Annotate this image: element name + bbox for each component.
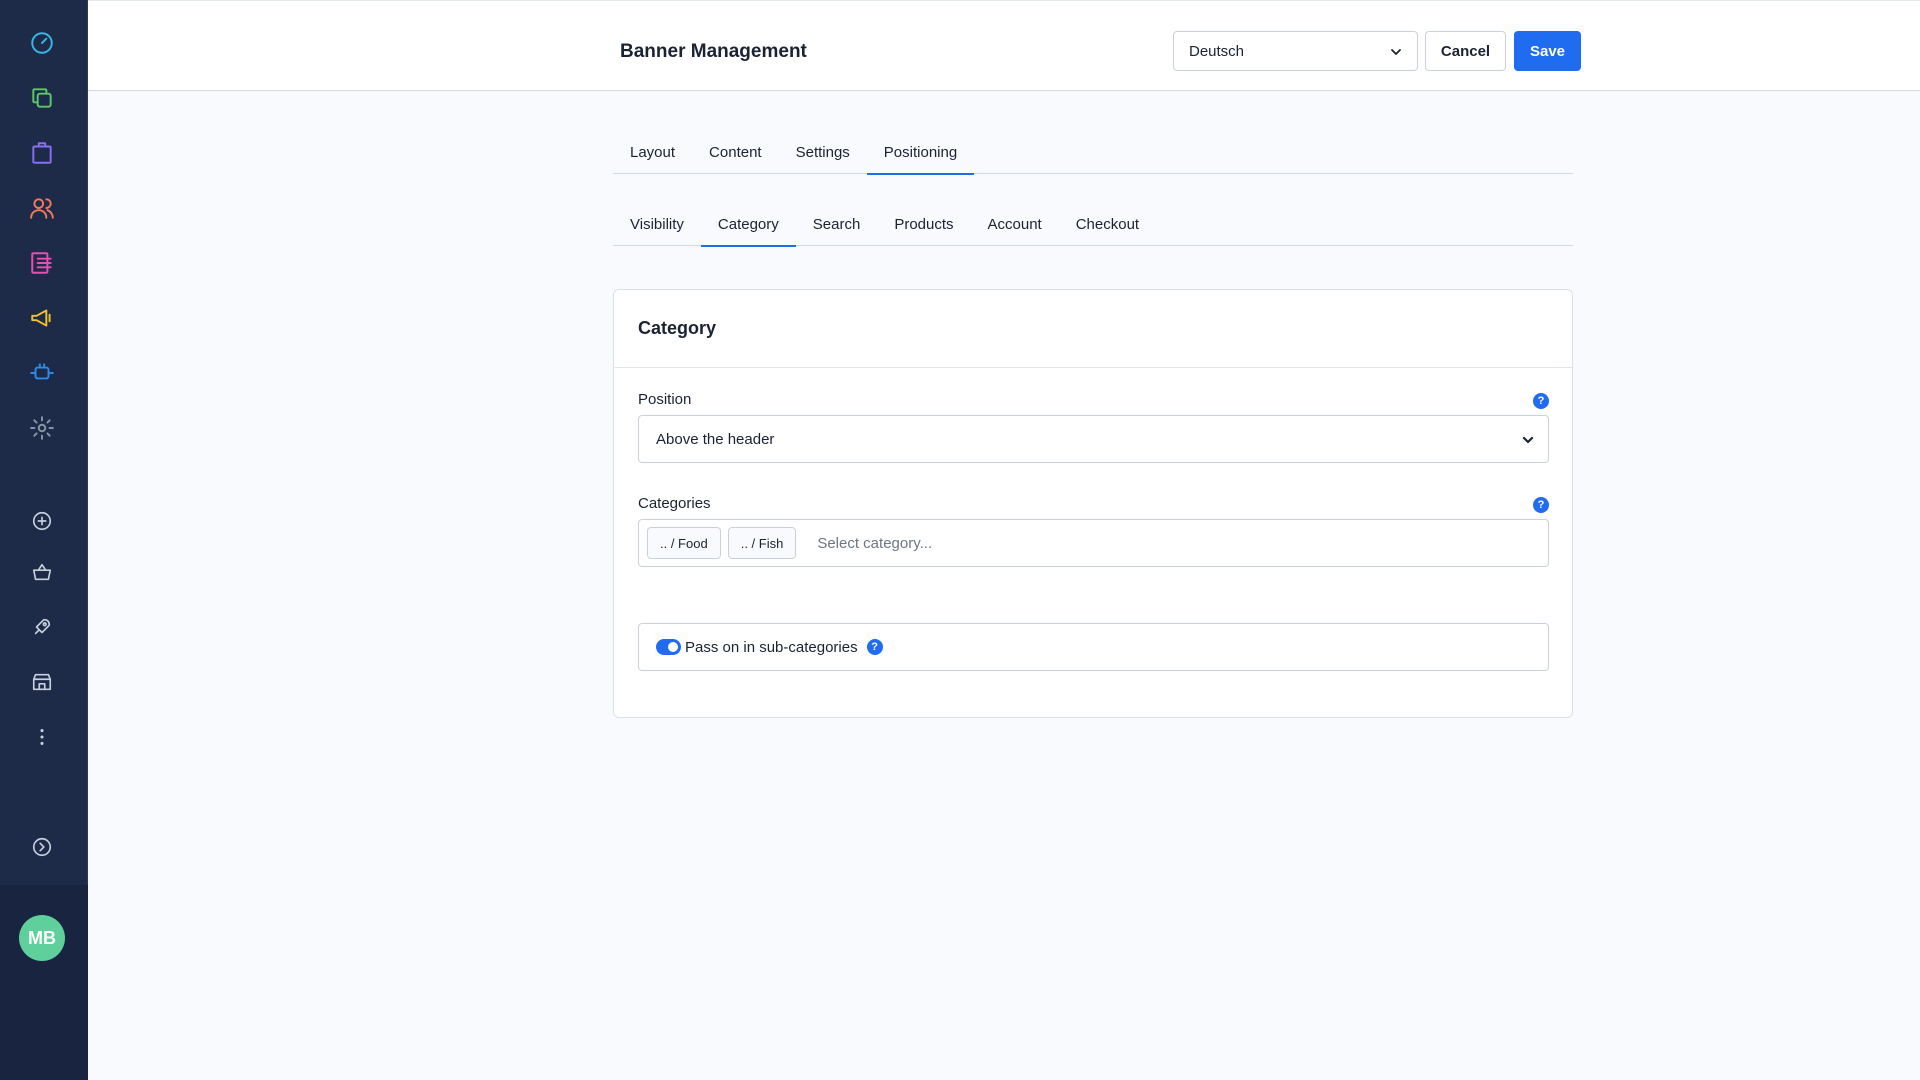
catalogues-copy-icon[interactable] xyxy=(22,78,62,118)
tab-content[interactable]: Content xyxy=(692,134,779,174)
category-chip-food[interactable]: .. / Food xyxy=(647,527,721,559)
marketing-megaphone-icon[interactable] xyxy=(22,298,62,338)
language-select-value: Deutsch xyxy=(1189,42,1245,60)
pass-on-label: Pass on in sub-categories xyxy=(685,638,858,656)
pass-on-help-icon[interactable]: ? xyxy=(866,639,883,655)
tab-account[interactable]: Account xyxy=(971,206,1059,246)
rocket-icon[interactable] xyxy=(22,607,62,647)
tab-visibility[interactable]: Visibility xyxy=(613,206,701,246)
storefront-icon[interactable] xyxy=(22,662,62,702)
pass-on-toggle[interactable] xyxy=(656,639,681,655)
card-title: Category xyxy=(638,318,717,338)
tab-category[interactable]: Category xyxy=(700,206,796,247)
settings-gear-icon[interactable] xyxy=(22,408,62,448)
categories-multi-select[interactable]: .. / Food .. / Fish xyxy=(638,519,1549,567)
dashboard-gauge-icon[interactable] xyxy=(22,23,62,63)
tab-checkout[interactable]: Checkout xyxy=(1059,206,1156,246)
top-bar: Banner Management Deutsch Cancel Save xyxy=(88,0,1920,91)
basket-icon[interactable] xyxy=(22,552,62,592)
chevron-right-circle-icon[interactable] xyxy=(22,827,62,867)
chevron-down-icon xyxy=(1391,49,1401,55)
tab-products[interactable]: Products xyxy=(877,206,970,246)
save-button[interactable]: Save xyxy=(1514,31,1581,71)
chevron-down-icon xyxy=(1522,436,1534,444)
categories-label: Categories xyxy=(638,495,711,512)
tab-settings[interactable]: Settings xyxy=(779,134,867,174)
more-vertical-icon[interactable] xyxy=(22,717,62,757)
category-search-input[interactable] xyxy=(817,534,1318,552)
position-label: Position xyxy=(638,391,692,408)
tab-search[interactable]: Search xyxy=(796,206,878,246)
extensions-plug-icon[interactable] xyxy=(22,353,62,393)
page-title: Banner Management xyxy=(620,41,807,62)
tab-layout[interactable]: Layout xyxy=(613,134,692,174)
add-circle-icon[interactable] xyxy=(22,501,62,541)
pass-on-field: Pass on in sub-categories ? xyxy=(638,623,1549,671)
content-list-icon[interactable] xyxy=(22,243,62,283)
customers-users-icon[interactable] xyxy=(22,188,62,228)
category-chip-fish[interactable]: .. / Fish xyxy=(727,527,797,559)
categories-help-icon[interactable]: ? xyxy=(1533,497,1549,513)
avatar[interactable]: MB xyxy=(19,915,65,961)
position-help-icon[interactable]: ? xyxy=(1533,393,1549,409)
position-select[interactable]: Above the header xyxy=(638,415,1549,463)
position-select-value: Above the header xyxy=(656,430,775,448)
card-header: Category xyxy=(614,290,1572,368)
category-card: Category Position ? Above the header Cat… xyxy=(613,289,1573,718)
cancel-button[interactable]: Cancel xyxy=(1425,31,1506,71)
main-tabs: Layout Content Settings Positioning xyxy=(613,134,1573,175)
language-select[interactable]: Deutsch xyxy=(1173,31,1418,71)
tab-positioning[interactable]: Positioning xyxy=(866,134,975,175)
sidebar: MB xyxy=(0,0,88,1080)
sub-tabs: Visibility Category Search Products Acco… xyxy=(613,206,1573,247)
sidebar-footer: MB xyxy=(0,885,88,1080)
orders-bag-icon[interactable] xyxy=(22,133,62,173)
